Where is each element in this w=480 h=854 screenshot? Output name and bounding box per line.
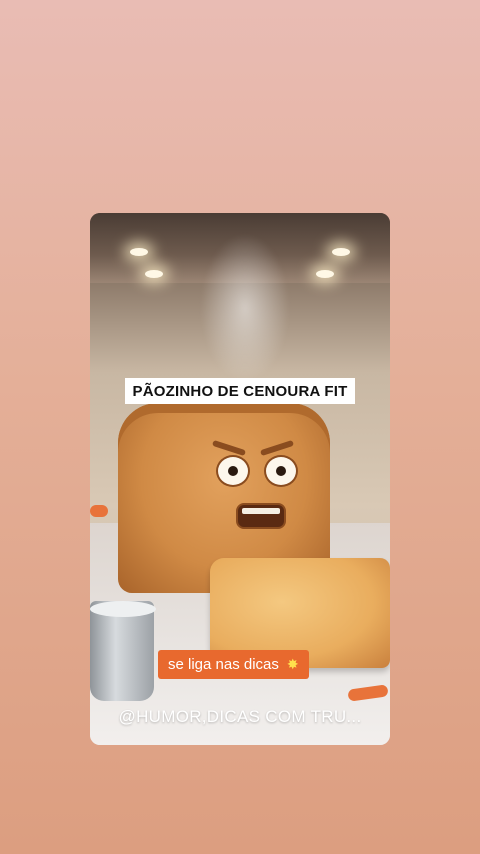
tip-caption: se liga nas dicas bbox=[168, 656, 279, 673]
title-caption: PÃOZINHO DE CENOURA FIT bbox=[125, 378, 355, 404]
ceiling-light bbox=[316, 270, 334, 278]
carrot bbox=[90, 505, 108, 517]
ceiling-light bbox=[332, 248, 350, 256]
account-handle[interactable]: @HUMOR,DICAS COM TRU... bbox=[90, 707, 390, 727]
ceiling-light bbox=[130, 248, 148, 256]
brow-left bbox=[211, 439, 247, 457]
mouth bbox=[236, 503, 286, 529]
pot-rim bbox=[90, 601, 156, 617]
steam bbox=[200, 233, 290, 383]
collision-icon: ✸ bbox=[286, 656, 299, 672]
brow-right bbox=[259, 439, 295, 457]
eye-left bbox=[216, 455, 250, 487]
tip-badge: se liga nas dicas ✸ bbox=[158, 650, 309, 679]
ceiling-light bbox=[145, 270, 163, 278]
story-card[interactable]: PÃOZINHO DE CENOURA FIT se liga nas dica… bbox=[90, 213, 390, 745]
eye-right bbox=[264, 455, 298, 487]
